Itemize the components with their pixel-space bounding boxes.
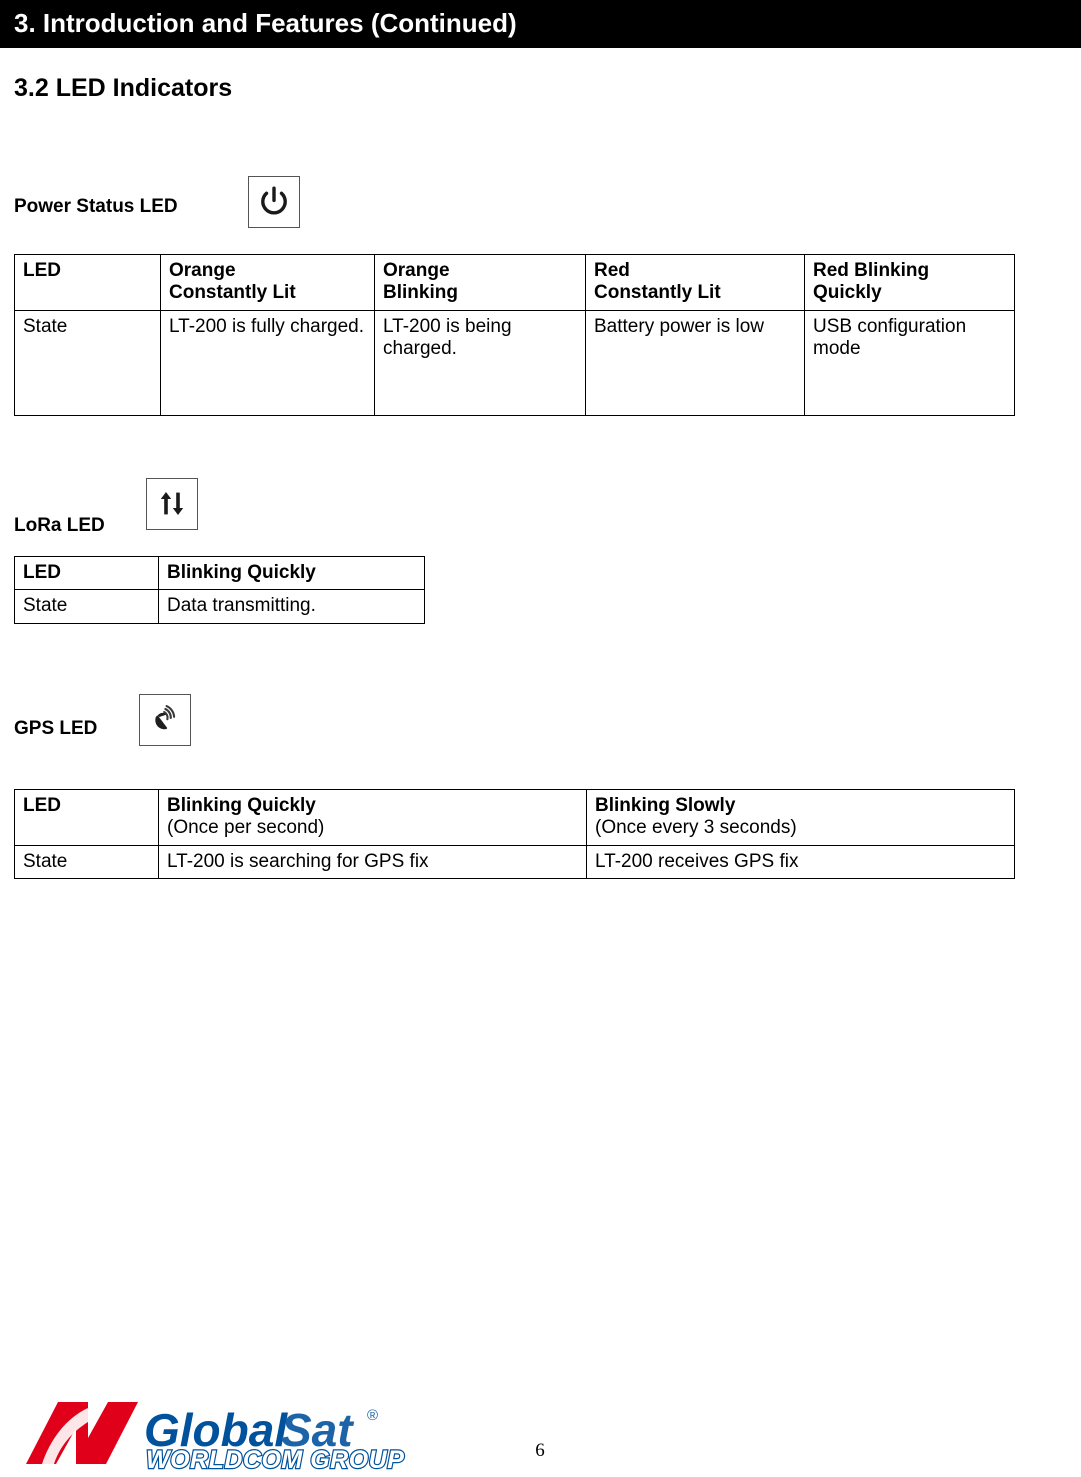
header-cell: Blinking Slowly (Once every 3 seconds) [586, 789, 1015, 846]
table-cell: LT-200 receives GPS fix [586, 844, 1015, 880]
table-cell: Battery power is low [585, 309, 805, 416]
table-row: State LT-200 is searching for GPS fix LT… [14, 844, 1015, 880]
header-cell-line2: Constantly Lit [169, 282, 296, 304]
row-header-state: State [14, 309, 161, 416]
table-row: State LT-200 is fully charged. LT-200 is… [14, 309, 1015, 416]
page-number: 6 [535, 1440, 545, 1461]
power-status-led-label: Power Status LED [14, 196, 178, 217]
table-row: LED Orange Constantly Lit Orange Blinkin… [14, 254, 1015, 311]
header-cell: Red Constantly Lit [585, 254, 805, 311]
chapter-title: 3. Introduction and Features (Continued) [14, 8, 517, 38]
globalsat-logo: Global Sat ® WORLDCOM GROUP [22, 1392, 422, 1475]
header-cell: Blinking Quickly (Once per second) [158, 789, 587, 846]
header-cell: Blinking Quickly [158, 555, 425, 591]
header-cell-line2: Constantly Lit [594, 282, 721, 304]
header-cell-line1: Red [594, 260, 630, 281]
table-row: State Data transmitting. [14, 589, 425, 624]
power-status-led-table: LED Orange Constantly Lit Orange Blinkin… [14, 254, 1015, 416]
table-cell: LT-200 is fully charged. [160, 309, 375, 416]
table-cell: LT-200 is searching for GPS fix [158, 844, 587, 880]
row-header-led: LED [14, 254, 161, 311]
up-down-arrows-icon [146, 478, 198, 530]
header-cell-line2: Blinking [383, 282, 458, 304]
header-cell-line2: (Once per second) [167, 817, 325, 839]
table-cell: Data transmitting. [158, 589, 425, 624]
lora-led-label: LoRa LED [14, 515, 105, 536]
satellite-dish-icon [139, 694, 191, 746]
header-cell-line1: Orange [383, 260, 450, 281]
table-cell: LT-200 is being charged. [374, 309, 586, 416]
table-cell: USB configuration mode [804, 309, 1015, 416]
table-row: LED Blinking Quickly [14, 555, 425, 591]
power-icon [248, 176, 300, 228]
gps-led-label: GPS LED [14, 718, 98, 739]
header-cell: Orange Blinking [374, 254, 586, 311]
header-cell-line1: Orange [169, 260, 236, 281]
header-cell-line1: Blinking Slowly [595, 795, 736, 816]
header-cell-line2: Quickly [813, 282, 882, 304]
header-cell: Orange Constantly Lit [160, 254, 375, 311]
section-title: 3.2 LED Indicators [14, 74, 233, 102]
header-cell-line2: (Once every 3 seconds) [595, 817, 797, 839]
logo-tagline: WORLDCOM GROUP [146, 1446, 404, 1472]
chapter-banner: 3. Introduction and Features (Continued) [0, 0, 1081, 48]
header-cell: Red Blinking Quickly [804, 254, 1015, 311]
header-cell-line1: Blinking Quickly [167, 795, 316, 816]
lora-led-table: LED Blinking Quickly State Data transmit… [14, 555, 425, 624]
row-header-led: LED [14, 555, 159, 591]
row-header-led: LED [14, 789, 159, 846]
logo-trademark-mark: ® [367, 1407, 378, 1424]
gps-led-table: LED Blinking Quickly (Once per second) B… [14, 789, 1015, 880]
header-cell-line1: Red Blinking [813, 260, 930, 281]
row-header-state: State [14, 589, 159, 624]
row-header-state: State [14, 844, 159, 880]
table-row: LED Blinking Quickly (Once per second) B… [14, 789, 1015, 846]
